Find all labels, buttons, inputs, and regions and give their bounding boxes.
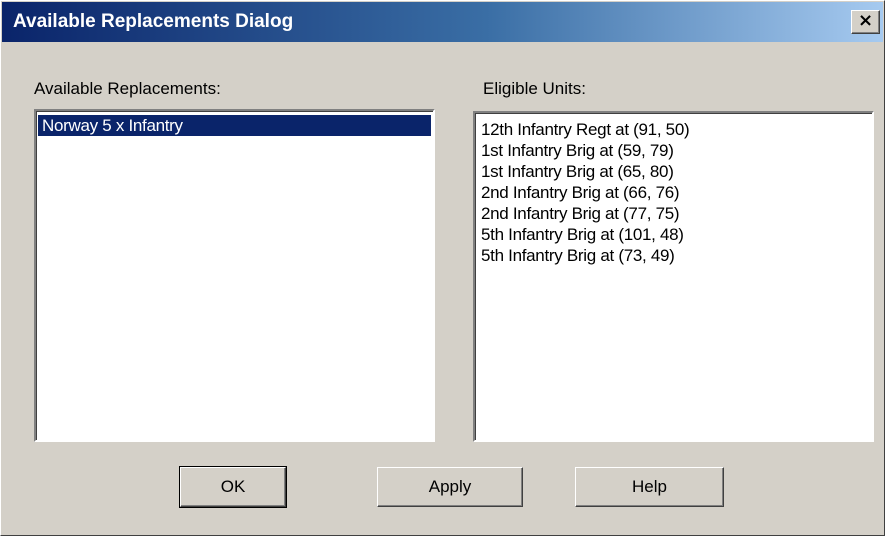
- available-replacements-dialog: Available Replacements Dialog × Availabl…: [0, 0, 885, 536]
- eligible-units-label: Eligible Units:: [483, 79, 586, 98]
- eligible-unit-item[interactable]: 5th Infantry Brig at (73, 49): [477, 245, 675, 266]
- close-icon: ×: [857, 10, 874, 31]
- dialog-title: Available Replacements Dialog: [13, 11, 294, 32]
- eligible-unit-item[interactable]: 2nd Infantry Brig at (66, 76): [477, 182, 680, 203]
- eligible-units-list[interactable]: 12th Infantry Regt at (91, 50) 1st Infan…: [473, 111, 874, 442]
- eligible-unit-item[interactable]: 1st Infantry Brig at (65, 80): [477, 161, 674, 182]
- available-replacements-label: Available Replacements:: [34, 79, 221, 98]
- apply-button[interactable]: Apply: [377, 467, 523, 507]
- eligible-unit-item[interactable]: 2nd Infantry Brig at (77, 75): [477, 203, 680, 224]
- list-item-norway-5-x-infantry[interactable]: Norway 5 x Infantry: [38, 115, 431, 136]
- help-button[interactable]: Help: [575, 467, 724, 507]
- eligible-unit-item[interactable]: 12th Infantry Regt at (91, 50): [477, 119, 690, 140]
- close-button[interactable]: ×: [851, 10, 880, 34]
- title-bar[interactable]: Available Replacements Dialog ×: [2, 2, 883, 42]
- eligible-unit-item[interactable]: 1st Infantry Brig at (59, 79): [477, 140, 674, 161]
- ok-button[interactable]: OK: [179, 466, 287, 508]
- eligible-unit-item[interactable]: 5th Infantry Brig at (101, 48): [477, 224, 684, 245]
- available-replacements-list[interactable]: Norway 5 x Infantry: [34, 109, 435, 442]
